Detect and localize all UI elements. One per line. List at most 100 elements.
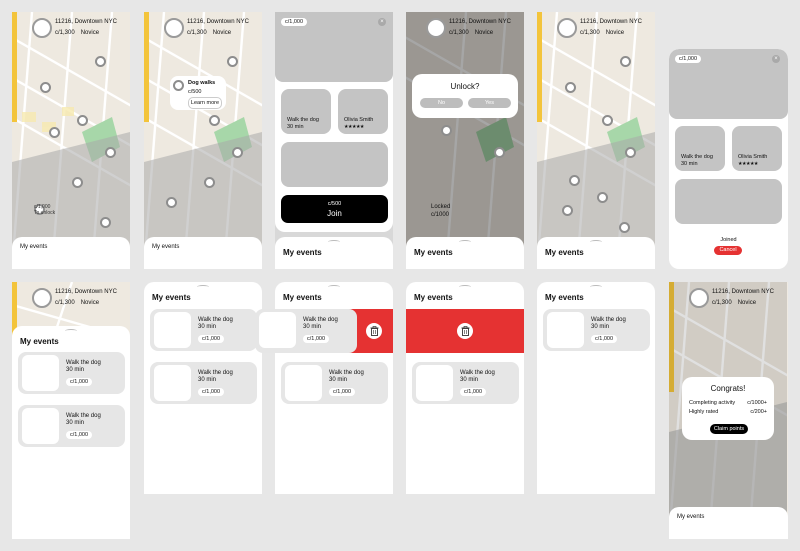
- map-view[interactable]: Dog walks c/500 Learn more: [144, 12, 262, 269]
- map-pin-icon[interactable]: [95, 56, 106, 67]
- map-pin-icon[interactable]: [569, 175, 580, 186]
- congrats-dialog: Congrats! Completing activity c/1000+ Hi…: [682, 377, 774, 440]
- sheet-title: My events: [283, 248, 322, 257]
- event-list-item[interactable]: Walk the dog 30 min c/1,000: [150, 309, 257, 351]
- host-card[interactable]: Olivia Smith ★★★★★: [732, 126, 782, 171]
- map-pin-icon[interactable]: [49, 127, 60, 138]
- sheet-handle[interactable]: [459, 240, 471, 244]
- sheet-handle[interactable]: [65, 329, 77, 333]
- sheet-handle[interactable]: [328, 240, 340, 244]
- map-pin-icon[interactable]: [620, 56, 631, 67]
- event-card[interactable]: Walk the dog 30 min: [281, 89, 331, 134]
- map-view: Locked c/1000: [406, 12, 524, 269]
- avatar-icon[interactable]: [426, 18, 446, 38]
- map-pin-icon[interactable]: [72, 177, 83, 188]
- event-popup[interactable]: Dog walks c/500 Learn more: [170, 76, 226, 110]
- locked-label: Locked c/1000: [431, 204, 451, 218]
- avatar-icon[interactable]: [32, 18, 52, 38]
- reward-value: c/1000+: [747, 400, 767, 406]
- event-price: c/1,000: [198, 335, 225, 343]
- map-pin-icon: [173, 80, 184, 91]
- dialog-title: Unlock?: [450, 82, 480, 91]
- event-list-item[interactable]: Walk the dog 30 min c/1,000: [255, 309, 357, 353]
- map-pin-icon[interactable]: [209, 115, 220, 126]
- screen-events-remaining: My events Walk the dog 30 min c/1,000: [537, 282, 655, 494]
- events-sheet-collapsed[interactable]: My events: [275, 237, 393, 269]
- event-detail-modal: c/1,000 × Walk the dog 30 min Olivia Smit…: [275, 12, 393, 232]
- screen-map-popup: Dog walks c/500 Learn more 11216, Downto…: [144, 12, 262, 269]
- map-pin-icon[interactable]: [562, 205, 573, 216]
- sheet-handle[interactable]: [197, 285, 209, 289]
- avatar-icon[interactable]: [32, 288, 52, 308]
- event-list-item[interactable]: Walk the dog 30 min c/1,000: [281, 362, 388, 404]
- sheet-title: My events: [677, 514, 705, 520]
- event-list-item[interactable]: Walk the dog 30 min c/1,000: [412, 362, 519, 404]
- map-pin-icon[interactable]: [166, 197, 177, 208]
- congrats-title: Congrats!: [710, 384, 746, 393]
- map-pin-icon[interactable]: [619, 222, 630, 233]
- screen-congrats: 11216, Downtown NYC c/1,300 Novice Congra…: [669, 282, 788, 539]
- popup-price: c/500: [188, 89, 202, 95]
- events-sheet-collapsed[interactable]: My events: [144, 237, 262, 269]
- sheet-handle[interactable]: [328, 285, 340, 289]
- close-icon[interactable]: ×: [772, 55, 780, 63]
- trash-icon[interactable]: [366, 323, 382, 339]
- cancel-button[interactable]: Cancel: [714, 246, 742, 255]
- event-price: c/1,000: [329, 388, 356, 396]
- screen-swipe-full: My events Walk the dog 30 min c/1,000: [406, 282, 524, 494]
- events-sheet-collapsed[interactable]: My events: [537, 237, 655, 269]
- claim-points-button[interactable]: Claim points: [710, 424, 748, 434]
- no-button[interactable]: No: [420, 98, 463, 108]
- events-sheet-collapsed[interactable]: My events: [12, 237, 130, 269]
- event-list-item[interactable]: Walk the dog 30 min c/1,000: [543, 309, 650, 351]
- delete-action[interactable]: [406, 309, 524, 353]
- host-card[interactable]: Olivia Smith ★★★★★: [338, 89, 388, 134]
- events-sheet-collapsed[interactable]: My events: [669, 507, 788, 539]
- sheet-title: My events: [545, 248, 584, 257]
- map-pin-icon[interactable]: [40, 82, 51, 93]
- map-pin-icon[interactable]: [597, 192, 608, 203]
- map-pin-icon[interactable]: [232, 147, 243, 158]
- event-price: c/1,000: [66, 378, 93, 386]
- join-button[interactable]: c/500 Join: [281, 195, 388, 223]
- event-thumbnail: [22, 355, 59, 391]
- sheet-title: My events: [20, 244, 48, 250]
- sheet-handle[interactable]: [590, 285, 602, 289]
- map-view[interactable]: [537, 12, 655, 269]
- sheet-handle[interactable]: [459, 285, 471, 289]
- sheet-title: My events: [414, 248, 453, 257]
- sheet-handle[interactable]: [590, 240, 602, 244]
- map-pin-icon[interactable]: [565, 82, 576, 93]
- event-list-item[interactable]: Walk the dog 30 min c/1,000: [18, 405, 125, 447]
- avatar-icon[interactable]: [557, 18, 577, 38]
- event-thumbnail: [154, 365, 191, 401]
- avatar-icon[interactable]: [689, 288, 709, 308]
- event-list-item[interactable]: Walk the dog 30 min c/1,000: [18, 352, 125, 394]
- coin-balance: c/1,300 Novice: [712, 300, 757, 306]
- sheet-title: My events: [152, 293, 191, 302]
- unlock-dialog: Unlock? No Yes: [412, 74, 518, 118]
- map-pin-icon[interactable]: [105, 147, 116, 158]
- event-card[interactable]: Walk the dog 30 min: [675, 126, 725, 171]
- map-pin-icon[interactable]: [77, 115, 88, 126]
- map-pin-icon[interactable]: [602, 115, 613, 126]
- map-graphic: [537, 12, 655, 269]
- event-list-item[interactable]: Walk the dog 30 min c/1,000: [150, 362, 257, 404]
- map-view[interactable]: c/1,000 To unlock: [12, 12, 130, 269]
- unlock-label: c/1,000 To unlock: [34, 204, 56, 216]
- trash-icon[interactable]: [457, 323, 473, 339]
- location-text: 11216, Downtown NYC: [55, 289, 117, 295]
- popup-title: Dog walks: [188, 80, 216, 86]
- events-sheet-collapsed[interactable]: My events: [406, 237, 524, 269]
- event-price: c/1,000: [303, 335, 330, 343]
- sheet-title: My events: [283, 293, 322, 302]
- yes-button[interactable]: Yes: [468, 98, 511, 108]
- map-pin-icon[interactable]: [204, 177, 215, 188]
- screen-map-plain: 11216, Downtown NYC c/1,300 Novice My eve…: [537, 12, 655, 269]
- learn-more-button[interactable]: Learn more: [188, 97, 222, 109]
- avatar-icon[interactable]: [164, 18, 184, 38]
- map-pin-icon[interactable]: [100, 217, 111, 228]
- map-pin-icon[interactable]: [625, 147, 636, 158]
- close-icon[interactable]: ×: [378, 18, 386, 26]
- map-pin-icon[interactable]: [227, 56, 238, 67]
